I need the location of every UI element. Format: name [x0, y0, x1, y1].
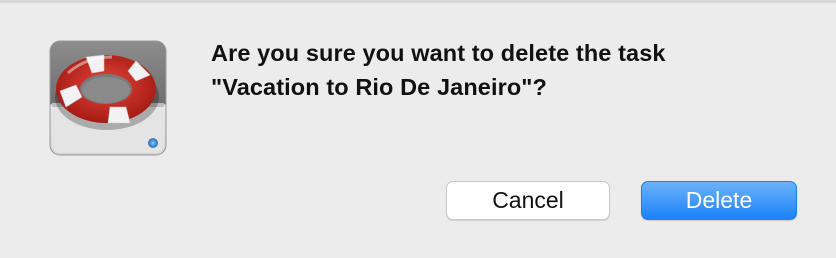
dialog-message: Are you sure you want to delete the task… — [211, 36, 811, 104]
delete-button[interactable]: Delete — [641, 181, 797, 220]
dialog-message-line-1: Are you sure you want to delete the task — [211, 40, 666, 66]
lifebuoy-drive-icon — [46, 37, 170, 161]
cancel-button[interactable]: Cancel — [446, 181, 610, 220]
delete-confirmation-dialog: Are you sure you want to delete the task… — [0, 3, 836, 258]
dialog-message-line-2: "Vacation to Rio De Janeiro"? — [211, 74, 547, 100]
